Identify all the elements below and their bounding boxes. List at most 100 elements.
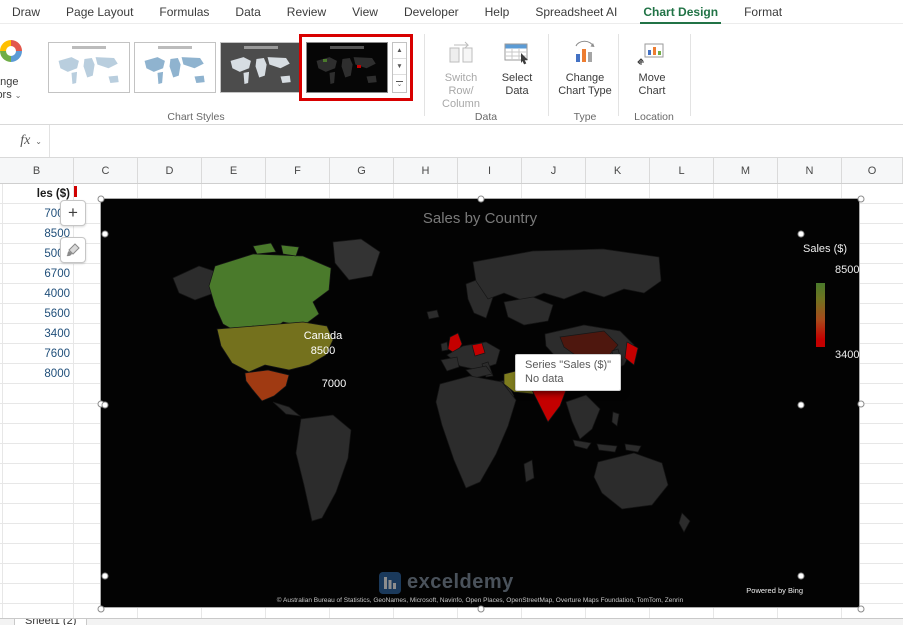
column-header-l[interactable]: L (650, 158, 714, 183)
column-header-o[interactable]: O (842, 158, 903, 183)
plus-icon: + (68, 202, 78, 222)
change-colors-button[interactable]: ange lors ⌄ (0, 40, 36, 102)
gallery-up-button[interactable]: ▲ (393, 43, 406, 59)
chevron-down-icon[interactable]: ⌄ (35, 137, 42, 146)
gallery-down-button[interactable]: ▼ (393, 59, 406, 75)
location-group-label: Location (634, 111, 674, 123)
fx-area: fx ⌄ (0, 125, 50, 157)
plot-handle-bottom-right[interactable] (797, 572, 805, 580)
menu-data[interactable]: Data (235, 5, 260, 19)
thumbnail-title-bar (330, 46, 364, 49)
column-header-e[interactable]: E (202, 158, 266, 183)
chart-style-1-thumbnail[interactable] (48, 42, 130, 93)
cell-b9[interactable]: 7600 (0, 344, 70, 364)
column-header-k[interactable]: K (586, 158, 650, 183)
column-header-b[interactable]: B (0, 158, 74, 183)
mini-map-icon (230, 57, 291, 84)
chart-style-4-thumbnail-selected[interactable] (306, 42, 388, 93)
column-header-f[interactable]: F (266, 158, 330, 183)
gallery-more-button[interactable]: ⌄ (393, 75, 406, 92)
powered-by-bing: Powered by Bing (746, 586, 803, 595)
select-data-button[interactable]: Select Data (494, 40, 540, 98)
column-header-m[interactable]: M (714, 158, 778, 183)
switch-row-column-label-2: Column (442, 98, 480, 110)
menu-format[interactable]: Format (744, 5, 782, 19)
plot-handle-top-right[interactable] (797, 230, 805, 238)
menu-formulas[interactable]: Formulas (159, 5, 209, 19)
chart-style-3-thumbnail[interactable] (220, 42, 302, 93)
menu-view[interactable]: View (352, 5, 378, 19)
thumbnail-title-bar (158, 46, 192, 49)
move-chart-label-1: Move (638, 72, 666, 84)
chart-elements-button[interactable]: + (60, 200, 86, 226)
select-data-label-1: Select (501, 72, 533, 84)
fx-icon: fx (20, 133, 31, 148)
menu-spreadsheet-ai[interactable]: Spreadsheet AI (535, 5, 617, 19)
chart-style-2-thumbnail[interactable] (134, 42, 216, 93)
change-chart-type-button[interactable]: Change Chart Type (554, 40, 616, 98)
change-chart-type-label-1: Change (565, 72, 605, 84)
menu-help[interactable]: Help (485, 5, 510, 19)
chart-handle-bottom-left[interactable] (97, 605, 105, 613)
column-header-j[interactable]: J (522, 158, 586, 183)
chart-handle-bottom-right[interactable] (857, 605, 865, 613)
menu-developer[interactable]: Developer (404, 5, 459, 19)
move-chart-icon (628, 40, 676, 72)
exceldemy-logo-icon (379, 571, 401, 594)
chart-handle-top-left[interactable] (97, 195, 105, 203)
chart-handle-top-right[interactable] (857, 195, 865, 203)
color-wheel-icon (0, 40, 22, 62)
thumbnail-title-bar (72, 46, 106, 49)
change-colors-label-2: lors (0, 89, 12, 101)
sheet-tab[interactable]: Sheet1 (2) (14, 619, 88, 625)
plot-handle-mid-right[interactable] (797, 401, 805, 409)
switch-row-column-button[interactable]: Switch Row/ Column (432, 40, 490, 111)
column-header-h[interactable]: H (394, 158, 458, 183)
cell-b1-sales-header[interactable]: les ($) (0, 184, 70, 204)
cell-b5[interactable]: 6700 (0, 264, 70, 284)
canada-data-label: Canada 8500 (303, 330, 343, 357)
menu-review[interactable]: Review (287, 5, 326, 19)
move-chart-button[interactable]: Move Chart (628, 40, 676, 98)
chart-handle-mid-right[interactable] (857, 400, 865, 408)
sheet-tab-bar: Sheet1 (2) (0, 618, 903, 625)
change-colors-label-1: ange (0, 76, 19, 88)
cell-b6[interactable]: 4000 (0, 284, 70, 304)
mini-map-icon (316, 57, 377, 84)
paintbrush-icon (66, 243, 80, 257)
select-data-label-2: Data (505, 85, 529, 97)
cell-b7[interactable]: 5600 (0, 304, 70, 324)
plot-handle-mid-left[interactable] (101, 401, 109, 409)
plot-handle-top-left[interactable] (101, 230, 109, 238)
chart-styles-brush-button[interactable] (60, 237, 86, 263)
column-header-g[interactable]: G (330, 158, 394, 183)
menu-draw[interactable]: Draw (12, 5, 40, 19)
menu-page-layout[interactable]: Page Layout (66, 5, 133, 19)
plot-handle-bottom-left[interactable] (101, 572, 109, 580)
cell-b10[interactable]: 8000 (0, 364, 70, 384)
chart-tooltip: Series "Sales ($)" No data (515, 354, 622, 391)
ribbon: ange lors ⌄ ▲ ▼ ⌄ Chart Styles (0, 24, 903, 125)
map-chart[interactable]: Sales by Country Canada 8500 7000 Series… (97, 195, 865, 613)
column-header-d[interactable]: D (138, 158, 202, 183)
formula-input[interactable] (50, 125, 903, 157)
change-chart-type-label-2: Chart Type (558, 85, 612, 97)
legend-min-value: 3400 (835, 349, 860, 361)
cell-b8[interactable]: 3400 (0, 324, 70, 344)
chart-handle-bottom-center[interactable] (477, 605, 485, 613)
formula-bar: fx ⌄ (0, 125, 903, 158)
world-map-plot[interactable] (105, 234, 801, 576)
switch-row-column-icon (432, 40, 490, 72)
column-header-n[interactable]: N (778, 158, 842, 183)
move-chart-label-2: Chart (638, 85, 666, 97)
column-header-i[interactable]: I (458, 158, 522, 183)
chart-handle-top-center[interactable] (477, 195, 485, 203)
usa-data-label: 7000 (321, 378, 347, 390)
chevron-down-icon: ⌄ (14, 91, 22, 100)
menu-chart-design[interactable]: Chart Design (640, 5, 721, 25)
chart-styles-group-label: Chart Styles (167, 111, 225, 123)
map-attribution: © Australian Bureau of Statistics, GeoNa… (276, 597, 684, 604)
group-separator (424, 34, 425, 116)
legend-gradient-bar (816, 283, 825, 347)
column-header-c[interactable]: C (74, 158, 138, 183)
